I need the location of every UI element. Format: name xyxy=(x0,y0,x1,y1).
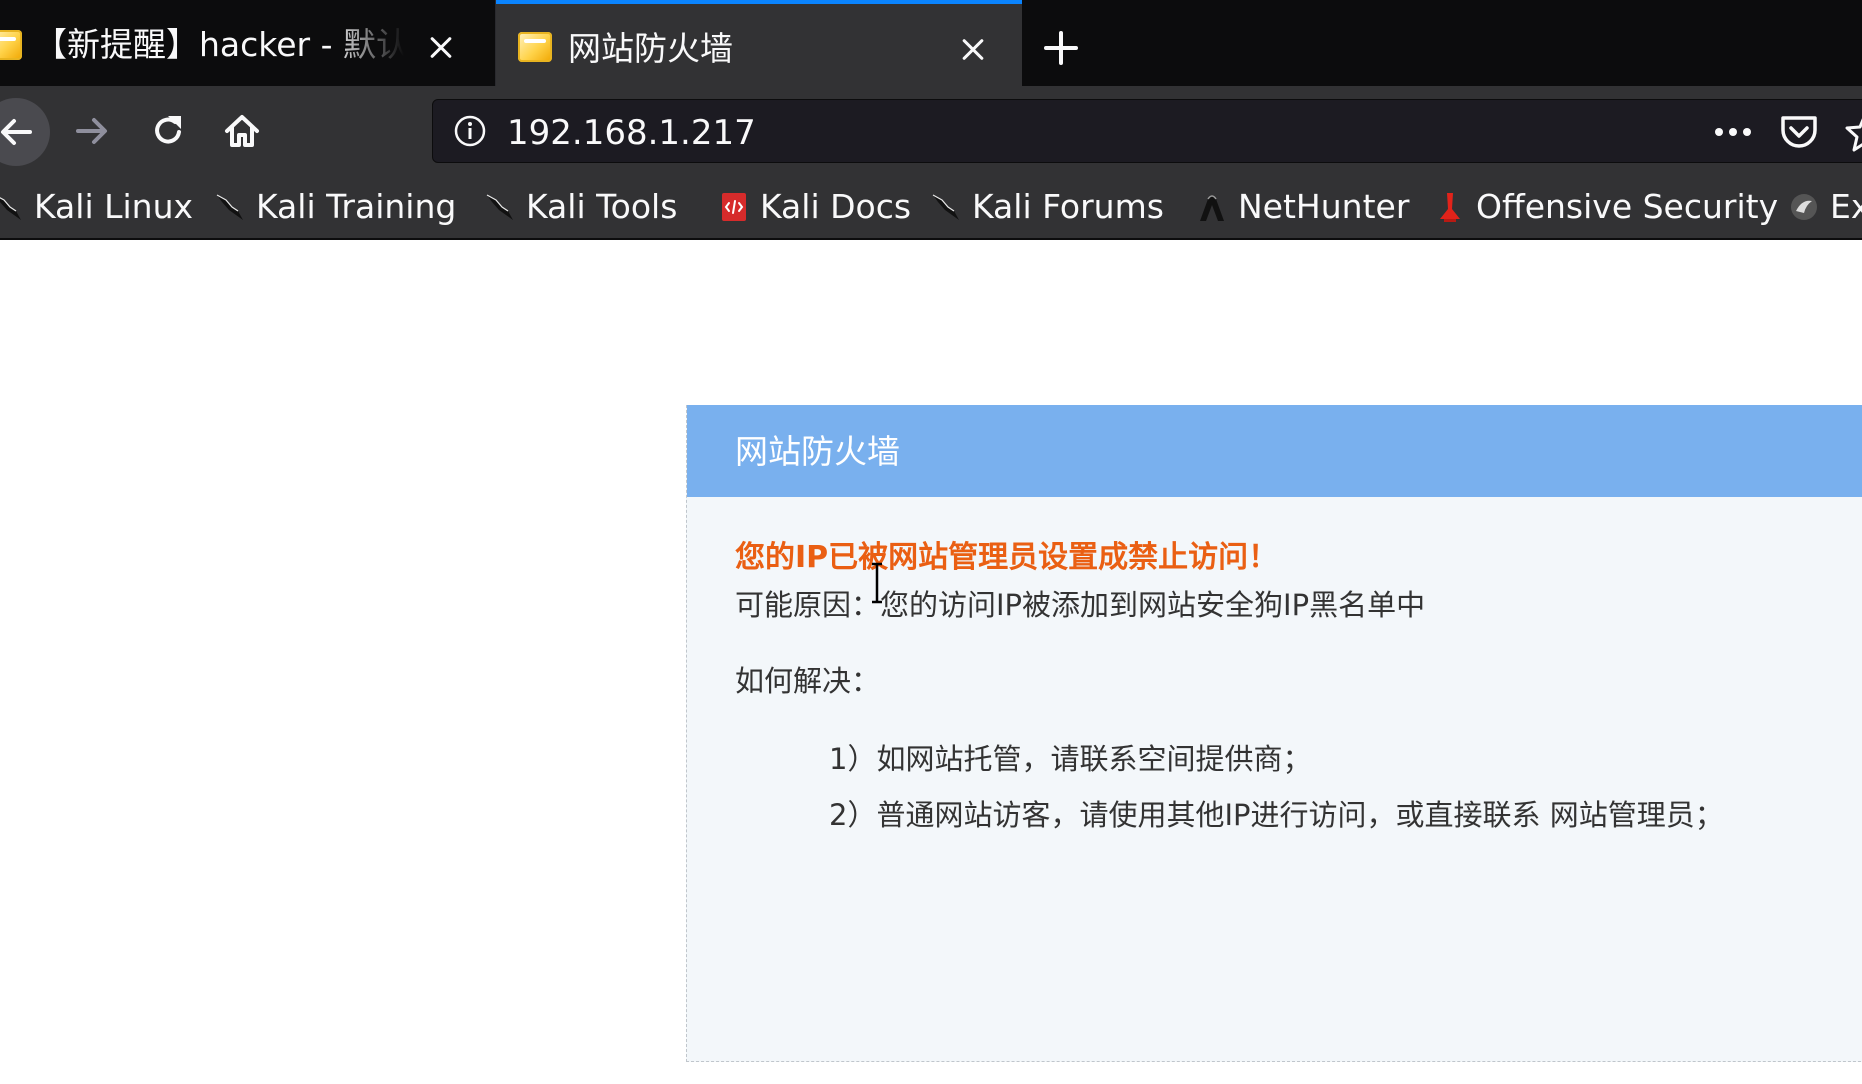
pocket-icon[interactable] xyxy=(1777,110,1821,154)
bookmark-kali-forums[interactable]: Kali Forums xyxy=(930,176,1164,238)
site-favicon-icon xyxy=(518,32,552,62)
bookmark-label: Kali Training xyxy=(256,187,457,226)
reload-button[interactable] xyxy=(138,101,198,161)
bookmark-exploit-db[interactable]: Ex xyxy=(1788,176,1862,238)
info-icon[interactable] xyxy=(453,114,487,148)
firewall-panel: 网站防火墙 您的IP已被网站管理员设置成禁止访问！ 可能原因：您的访问IP被添加… xyxy=(686,405,1862,1062)
home-button[interactable] xyxy=(212,101,272,161)
browser-window: 【新提醒】hacker - 默认版块 网站防火墙 xyxy=(0,0,1862,1084)
navigation-toolbar: 192.168.1.217 xyxy=(0,86,1862,176)
forward-arrow-icon xyxy=(76,118,107,144)
star-icon[interactable] xyxy=(1843,110,1862,154)
forward-button[interactable] xyxy=(62,101,122,161)
kali-dragon-icon xyxy=(486,194,513,220)
bookmark-label: NetHunter xyxy=(1238,187,1410,226)
tab-firewall[interactable]: 网站防火墙 xyxy=(496,0,1022,86)
nethunter-icon xyxy=(1200,195,1224,221)
bookmark-label: Kali Forums xyxy=(972,187,1164,226)
kali-dragon-icon xyxy=(0,197,21,220)
close-tab-icon[interactable] xyxy=(956,32,992,68)
new-tab-button[interactable] xyxy=(1036,24,1084,72)
page-content: 网站防火墙 您的IP已被网站管理员设置成禁止访问！ 可能原因：您的访问IP被添加… xyxy=(0,240,1862,1084)
bookmark-label: Kali Docs xyxy=(760,187,912,226)
back-arrow-icon xyxy=(1,119,32,145)
kali-dragon-icon xyxy=(932,194,959,220)
bookmark-label: Ex xyxy=(1830,187,1862,226)
panel-header: 网站防火墙 xyxy=(687,405,1862,497)
kali-dragon-icon xyxy=(216,194,243,220)
bookmark-offensive-security[interactable]: Offensive Security xyxy=(1434,176,1778,238)
bookmark-label: Kali Linux xyxy=(34,187,194,226)
address-bar[interactable]: 192.168.1.217 xyxy=(432,99,1862,163)
bookmark-kali-training[interactable]: Kali Training xyxy=(214,176,456,238)
exploit-db-icon xyxy=(1791,194,1817,220)
back-button[interactable] xyxy=(0,98,50,166)
bookmarks-toolbar: Kali Linux Kali Training Kali Tools Kali… xyxy=(0,176,1862,240)
bookmark-label: Offensive Security xyxy=(1476,187,1779,226)
ellipsis-icon[interactable] xyxy=(1709,114,1757,150)
solution-item: 1）如网站托管，请联系空间提供商； xyxy=(829,742,1312,776)
solution-heading: 如何解决： xyxy=(735,664,881,698)
tab-forum[interactable]: 【新提醒】hacker - 默认版块 xyxy=(0,0,496,86)
bookmark-kali-linux[interactable]: Kali Linux xyxy=(0,176,193,238)
text-cursor-icon xyxy=(872,562,882,604)
home-icon xyxy=(225,115,259,147)
bookmark-nethunter[interactable]: NetHunter xyxy=(1196,176,1409,238)
close-tab-icon[interactable] xyxy=(424,30,460,66)
bookmark-label: Kali Tools xyxy=(526,187,678,226)
reload-icon xyxy=(155,116,181,144)
panel-title: 网站防火墙 xyxy=(735,432,900,471)
site-favicon-icon xyxy=(0,30,22,60)
tab-title: 网站防火墙 xyxy=(568,29,733,68)
offsec-icon xyxy=(1440,193,1460,222)
tab-strip: 【新提醒】hacker - 默认版块 网站防火墙 xyxy=(0,0,1862,86)
tab-title: 【新提醒】hacker - 默认版块 xyxy=(34,25,404,64)
url-text[interactable]: 192.168.1.217 xyxy=(507,100,756,164)
bookmark-kali-docs[interactable]: Kali Docs xyxy=(718,176,911,238)
solution-item: 2）普通网站访客，请使用其他IP进行访问，或直接联系 网站管理员； xyxy=(829,798,1724,832)
kali-docs-icon xyxy=(722,193,746,221)
bookmark-kali-tools[interactable]: Kali Tools xyxy=(484,176,677,238)
block-reason: 可能原因：您的访问IP被添加到网站安全狗IP黑名单中 xyxy=(735,588,1426,622)
blocked-message: 您的IP已被网站管理员设置成禁止访问！ xyxy=(735,540,1279,575)
